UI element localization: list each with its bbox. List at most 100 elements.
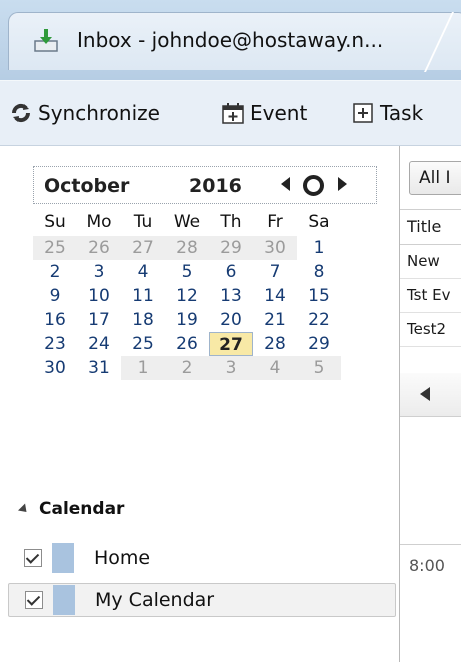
day-cell[interactable]: 26 <box>165 332 209 356</box>
day-cell[interactable]: 2 <box>165 356 209 380</box>
mini-month-grid: Su Mo Tu We Th Fr Sa 25 26 27 28 29 30 1… <box>33 210 377 380</box>
week-row: 30 31 1 2 3 4 5 <box>33 356 377 380</box>
day-cell[interactable]: 9 <box>33 284 77 308</box>
day-cell[interactable]: 30 <box>253 236 297 260</box>
day-cell[interactable]: 11 <box>121 284 165 308</box>
today-circle-icon[interactable] <box>303 175 324 196</box>
day-cell[interactable]: 29 <box>297 332 341 356</box>
weekday-label: Th <box>220 212 242 232</box>
day-cell[interactable]: 24 <box>77 332 121 356</box>
day-cell[interactable]: 3 <box>77 260 121 284</box>
task-label: Task <box>380 101 424 125</box>
weekday-label: Mo <box>86 212 112 232</box>
calendar-event-icon <box>222 103 244 124</box>
week-row: 25 26 27 28 29 30 1 <box>33 236 377 260</box>
main-toolbar: Synchronize Event Task <box>0 80 461 146</box>
next-month-icon[interactable] <box>338 177 347 191</box>
day-cell[interactable]: 28 <box>165 236 209 260</box>
selected-day-cell[interactable]: 27 <box>209 332 253 356</box>
previous-month-icon[interactable] <box>281 177 290 191</box>
my-calendar-checkbox[interactable] <box>25 591 43 609</box>
calendar-item-my-calendar[interactable]: My Calendar <box>8 583 396 617</box>
week-row: 23 24 25 26 27 28 29 <box>33 332 377 356</box>
home-color-swatch <box>52 543 74 573</box>
day-cell[interactable]: 2 <box>33 260 77 284</box>
calendar-item-label: My Calendar <box>95 589 215 611</box>
weekday-row: Su Mo Tu We Th Fr Sa <box>33 210 377 236</box>
inbox-tab[interactable]: Inbox - johndoe@hostaway.n... <box>8 12 461 70</box>
day-cell[interactable]: 25 <box>121 332 165 356</box>
day-cell[interactable]: 8 <box>297 260 341 284</box>
calendar-list-title: Calendar <box>39 499 125 519</box>
day-cell[interactable]: 4 <box>121 260 165 284</box>
weekday-label: Su <box>44 212 66 232</box>
day-cell[interactable]: 5 <box>297 356 341 380</box>
day-cell[interactable]: 5 <box>165 260 209 284</box>
day-cell[interactable]: 15 <box>297 284 341 308</box>
event-list-pane: All I Title New Tst Ev Test2 8:00 <box>399 146 461 662</box>
new-task-button[interactable]: Task <box>352 81 423 145</box>
day-cell[interactable]: 13 <box>209 284 253 308</box>
day-cell[interactable]: 1 <box>297 236 341 260</box>
day-cell[interactable]: 6 <box>209 260 253 284</box>
weekday-label: Tu <box>133 212 153 232</box>
week-row: 9 10 11 12 13 14 15 <box>33 284 377 308</box>
list-item[interactable]: New <box>400 245 461 279</box>
day-cell[interactable]: 22 <box>297 308 341 332</box>
year-label[interactable]: 2016 <box>189 175 242 197</box>
home-checkbox[interactable] <box>24 549 42 567</box>
day-cell[interactable]: 28 <box>253 332 297 356</box>
day-cell[interactable]: 21 <box>253 308 297 332</box>
day-cell[interactable]: 30 <box>33 356 77 380</box>
event-label: Event <box>250 101 308 125</box>
day-cell[interactable]: 17 <box>77 308 121 332</box>
day-cell[interactable]: 23 <box>33 332 77 356</box>
day-cell[interactable]: 27 <box>121 236 165 260</box>
column-header-title[interactable]: Title <box>400 209 461 245</box>
calendar-item-label: Home <box>94 547 151 569</box>
day-cell[interactable]: 1 <box>121 356 165 380</box>
day-cell[interactable]: 20 <box>209 308 253 332</box>
all-day-divider <box>400 544 461 545</box>
event-title: Tst Ev <box>407 286 451 304</box>
week-row: 2 3 4 5 6 7 8 <box>33 260 377 284</box>
collapse-twisty-icon[interactable] <box>17 502 31 516</box>
day-cell[interactable]: 29 <box>209 236 253 260</box>
calendar-list-header[interactable]: Calendar <box>17 497 125 521</box>
synchronize-label: Synchronize <box>38 101 160 125</box>
day-cell[interactable]: 7 <box>253 260 297 284</box>
weekday-label: Fr <box>267 212 283 232</box>
day-cell[interactable]: 19 <box>165 308 209 332</box>
day-cell[interactable]: 4 <box>253 356 297 380</box>
event-title: New <box>407 252 440 270</box>
synchronize-button[interactable]: Synchronize <box>10 81 160 145</box>
event-title: Test2 <box>407 320 447 338</box>
list-item[interactable]: Tst Ev <box>400 279 461 313</box>
week-row: 16 17 18 19 20 21 22 <box>33 308 377 332</box>
event-filter-dropdown[interactable]: All I <box>409 161 461 195</box>
inbox-download-icon <box>34 29 58 52</box>
time-slot-label: 8:00 <box>409 556 445 575</box>
day-cell[interactable]: 14 <box>253 284 297 308</box>
day-cell[interactable]: 12 <box>165 284 209 308</box>
mini-month-calendar: October 2016 Su Mo Tu We Th Fr Sa 25 26 … <box>33 166 377 380</box>
day-cell[interactable]: 3 <box>209 356 253 380</box>
day-cell[interactable]: 31 <box>77 356 121 380</box>
list-item[interactable]: Test2 <box>400 313 461 347</box>
task-icon <box>353 103 373 123</box>
day-cell[interactable]: 25 <box>33 236 77 260</box>
column-title-label: Title <box>407 217 442 236</box>
day-cell[interactable]: 16 <box>33 308 77 332</box>
day-cell[interactable]: 26 <box>77 236 121 260</box>
tab-title: Inbox - johndoe@hostaway.n... <box>77 28 384 52</box>
calendar-item-home[interactable]: Home <box>8 541 396 575</box>
weekday-label: We <box>173 212 201 232</box>
previous-day-icon[interactable] <box>420 387 430 401</box>
month-label[interactable]: October <box>44 175 129 197</box>
day-cell[interactable]: 10 <box>77 284 121 308</box>
tab-bar: Inbox - johndoe@hostaway.n... <box>0 0 461 80</box>
filter-label: All I <box>419 168 451 188</box>
new-event-button[interactable]: Event <box>222 81 307 145</box>
day-cell[interactable]: 18 <box>121 308 165 332</box>
mini-month-header: October 2016 <box>33 166 377 204</box>
